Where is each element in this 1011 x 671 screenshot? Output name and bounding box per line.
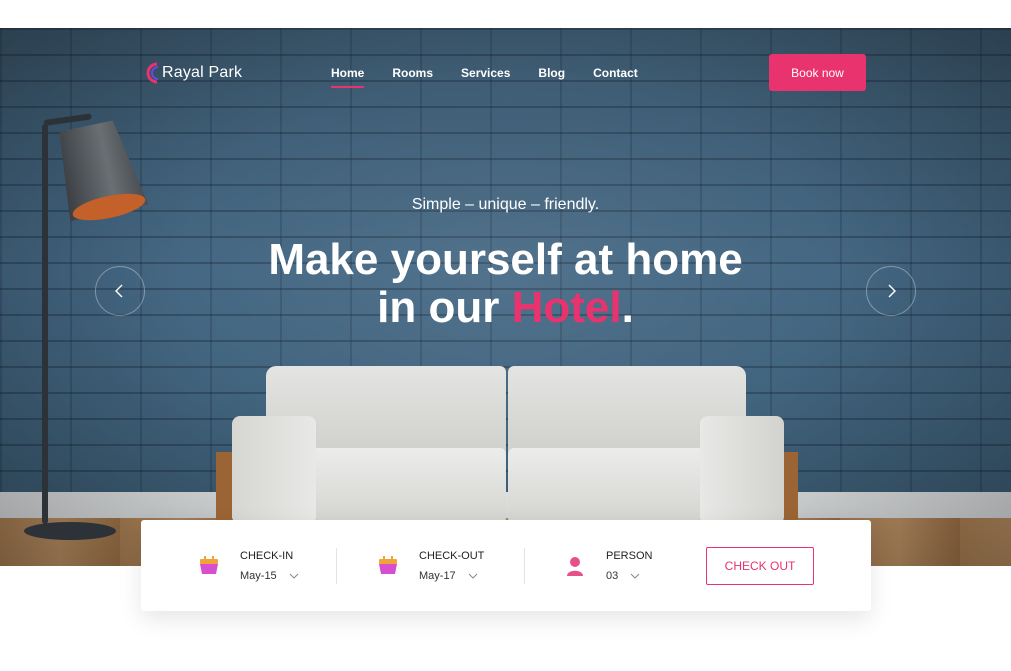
field-divider — [336, 548, 337, 584]
checkout-value: May-17 — [419, 569, 456, 582]
slider-next-button[interactable] — [866, 266, 916, 316]
chevron-down-icon — [289, 573, 299, 579]
sofa-frame-right — [784, 452, 798, 522]
person-field[interactable]: PERSON 03 — [564, 520, 652, 611]
headline-line-2: in our Hotel. — [0, 284, 1011, 332]
booking-bar: CHECK-IN May-15 CHECK-OUT May-17 PERSON … — [141, 520, 871, 611]
sofa-seat-cushion-right — [508, 448, 730, 524]
nav-item-services[interactable]: Services — [461, 66, 510, 88]
brand-logo[interactable]: Rayal Park — [146, 62, 242, 84]
checkout-field[interactable]: CHECK-OUT May-17 — [377, 520, 484, 611]
nav-item-contact[interactable]: Contact — [593, 66, 638, 88]
checkin-label: CHECK-IN — [240, 549, 294, 562]
headline-line-1: Make yourself at home — [268, 235, 743, 284]
sofa-arm-left — [232, 416, 316, 524]
sofa-seat-cushion-left — [286, 448, 506, 524]
chevron-left-icon — [115, 284, 123, 298]
checkout-label: CHECK-OUT — [419, 549, 485, 562]
chevron-down-icon — [468, 573, 478, 579]
hero-tagline: Simple – unique – friendly. — [411, 196, 600, 213]
main-nav: Home Rooms Services Blog Contact — [331, 66, 638, 88]
nav-item-rooms[interactable]: Rooms — [392, 66, 433, 88]
slider-prev-button[interactable] — [95, 266, 145, 316]
nav-item-home[interactable]: Home — [331, 66, 365, 88]
chevron-right-icon — [888, 284, 896, 298]
sofa-arm-right — [700, 416, 784, 524]
brand-name: Rayal Park — [162, 64, 243, 81]
headline-accent: Hotel — [511, 283, 622, 332]
check-out-button[interactable]: CHECK OUT — [706, 547, 814, 585]
headline-suffix: . — [621, 283, 634, 332]
chevron-down-icon — [630, 573, 640, 579]
calendar-icon — [198, 555, 220, 577]
nav-item-blog[interactable]: Blog — [538, 66, 565, 88]
person-value: 03 — [606, 569, 619, 582]
floor-lamp-base — [24, 522, 116, 540]
logo-mark-icon — [146, 62, 160, 84]
book-now-button[interactable]: Book now — [769, 54, 866, 91]
person-label: PERSON — [606, 549, 653, 562]
calendar-icon — [377, 555, 399, 577]
headline-prefix: in our — [377, 283, 512, 332]
checkin-value: May-15 — [240, 569, 277, 582]
sofa-frame-left — [216, 452, 232, 522]
field-divider — [524, 548, 525, 584]
hero-headline: Make yourself at home in our Hotel. — [0, 236, 1011, 332]
user-icon — [564, 555, 586, 577]
checkin-field[interactable]: CHECK-IN May-15 — [198, 520, 299, 611]
